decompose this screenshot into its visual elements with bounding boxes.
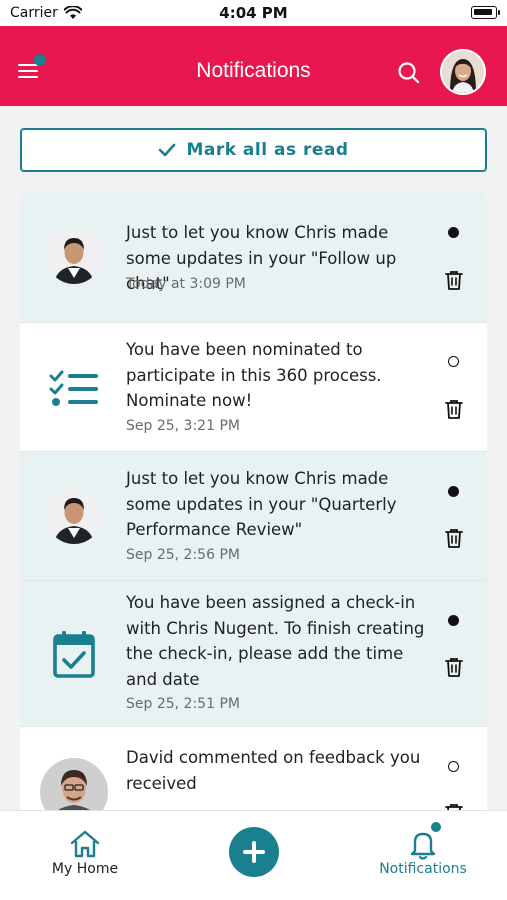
person-avatar bbox=[46, 228, 102, 284]
notification-time: Sep 25, 2:51 PM bbox=[126, 696, 240, 712]
trash-icon[interactable] bbox=[445, 657, 463, 677]
user-avatar-image bbox=[442, 51, 484, 93]
checklist-icon bbox=[49, 370, 98, 406]
notification-item[interactable]: Just to let you know Chris made some upd… bbox=[20, 452, 487, 581]
add-button[interactable] bbox=[229, 827, 279, 877]
bottom-tab-bar: My Home Notifications bbox=[0, 810, 507, 900]
battery-icon bbox=[471, 6, 500, 19]
home-icon bbox=[70, 830, 100, 858]
mark-all-read-label: Mark all as read bbox=[186, 140, 349, 160]
notification-text: You have been assigned a check-in with C… bbox=[126, 593, 425, 689]
notification-time: Sep 25, 3:21 PM bbox=[126, 418, 240, 434]
mark-all-read-button[interactable]: Mark all as read bbox=[20, 128, 487, 172]
notification-text: David commented on feedback you received bbox=[126, 748, 421, 793]
unread-indicator[interactable] bbox=[448, 615, 459, 626]
status-bar: Carrier 4:04 PM bbox=[0, 0, 507, 26]
trash-icon[interactable] bbox=[445, 803, 463, 810]
notification-text: Just to let you know Chris made some upd… bbox=[126, 469, 397, 539]
notification-item[interactable]: You have been assigned a check-in with C… bbox=[20, 581, 487, 727]
notification-item[interactable]: David commented on feedback you received bbox=[20, 727, 487, 810]
tab-my-home-label: My Home bbox=[51, 861, 119, 877]
read-indicator[interactable] bbox=[448, 761, 459, 772]
checkmark-icon bbox=[159, 143, 176, 157]
trash-icon[interactable] bbox=[445, 528, 463, 548]
trash-icon[interactable] bbox=[445, 270, 463, 290]
unread-indicator[interactable] bbox=[448, 486, 459, 497]
notification-item[interactable]: You have been nominated to participate i… bbox=[20, 323, 487, 452]
unread-indicator[interactable] bbox=[448, 227, 459, 238]
tab-my-home[interactable]: My Home bbox=[20, 811, 150, 881]
tab-notifications[interactable]: Notifications bbox=[358, 811, 488, 881]
page-title: Notifications bbox=[196, 59, 311, 82]
status-time: 4:04 PM bbox=[219, 4, 288, 22]
app-header: Notifications bbox=[0, 26, 507, 106]
notification-time: Sep 25, 2:56 PM bbox=[126, 547, 240, 563]
calendar-check-icon bbox=[53, 631, 95, 678]
notification-time: Today at 3:09 PM bbox=[126, 276, 246, 292]
notification-list: Just to let you know Chris made some upd… bbox=[20, 192, 487, 810]
notification-badge bbox=[429, 820, 443, 834]
trash-icon[interactable] bbox=[445, 399, 463, 419]
search-icon[interactable] bbox=[396, 60, 422, 86]
tab-notifications-label: Notifications bbox=[379, 861, 467, 877]
notification-item[interactable]: Just to let you know Chris made some upd… bbox=[20, 192, 487, 323]
person-avatar bbox=[40, 758, 108, 810]
notification-text: You have been nominated to participate i… bbox=[126, 340, 382, 410]
profile-avatar[interactable] bbox=[440, 49, 486, 95]
person-avatar bbox=[46, 488, 102, 544]
read-indicator[interactable] bbox=[448, 356, 459, 367]
